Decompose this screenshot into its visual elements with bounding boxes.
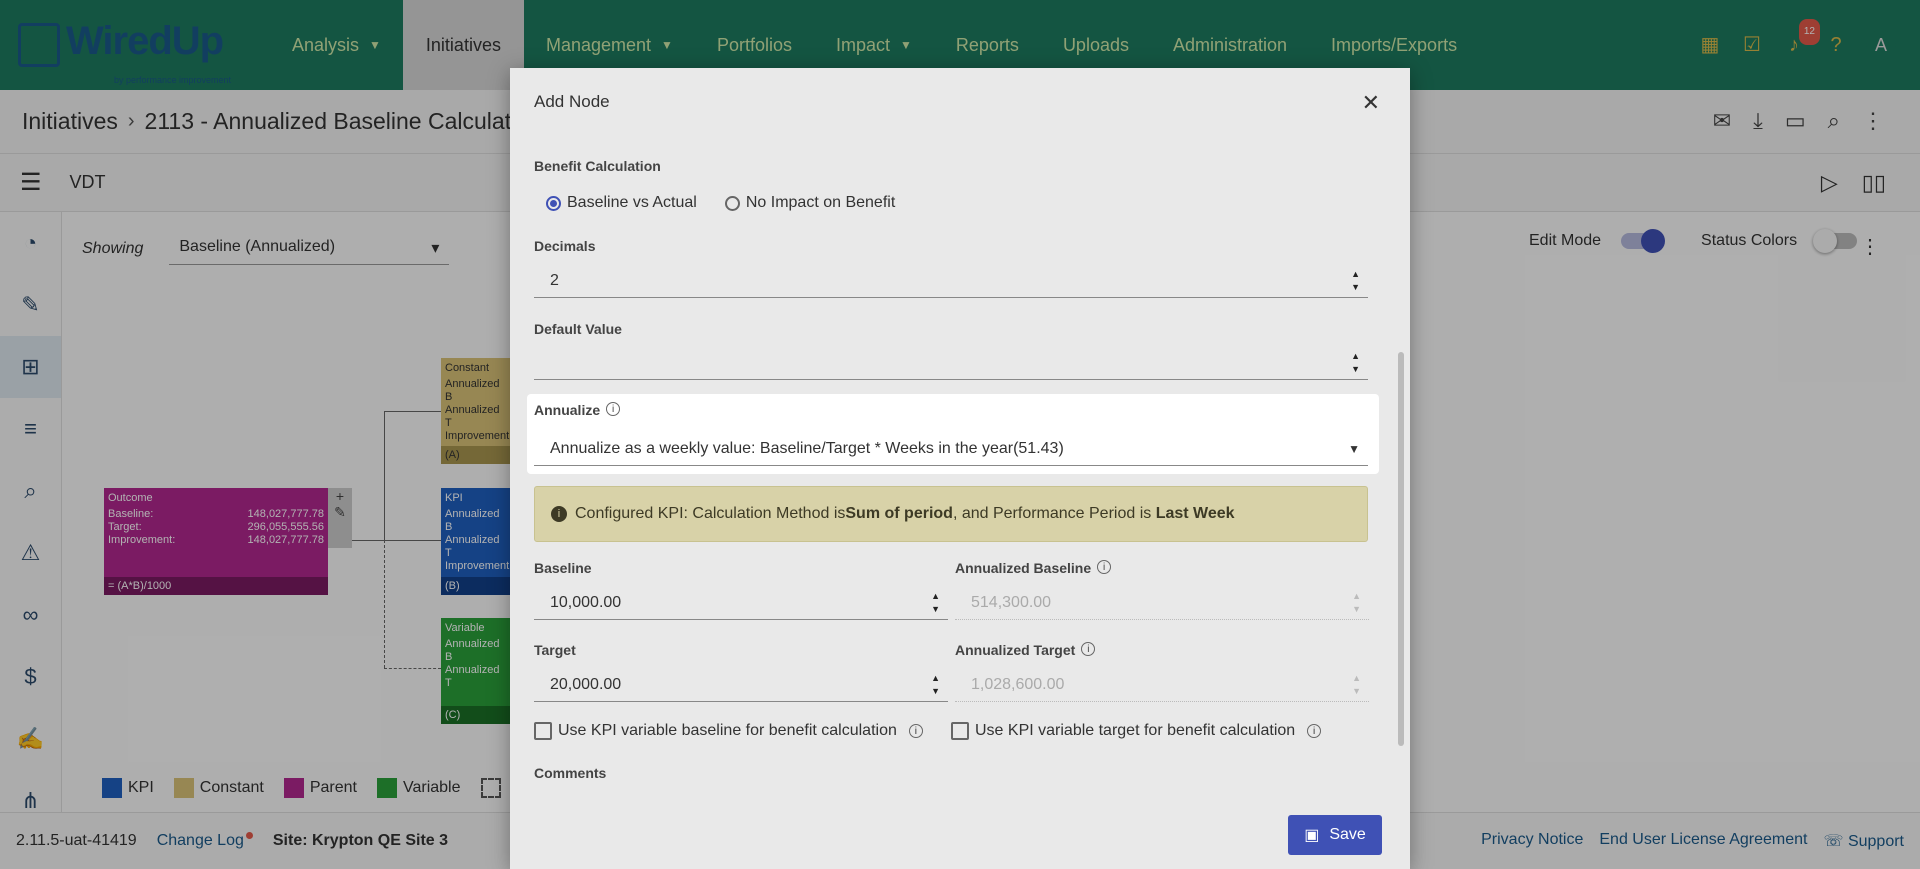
- use-kpi-baseline-checkbox[interactable]: Use KPI variable baseline for benefit ca…: [534, 722, 923, 740]
- baseline-value: 10,000.00: [550, 594, 622, 611]
- save-icon: ▣: [1304, 827, 1320, 844]
- checkbox-label: Use KPI variable target for benefit calc…: [975, 722, 1296, 739]
- annualized-target-label: Annualized Target i: [955, 642, 1096, 658]
- annualized-baseline-label: Annualized Baseline i: [955, 560, 1112, 576]
- radio-baseline-vs-actual[interactable]: Baseline vs Actual: [546, 194, 697, 212]
- spinner-icon: ▲ ▼: [1352, 591, 1361, 614]
- annualize-select[interactable]: Annualize as a weekly value: Baseline/Ta…: [534, 430, 1368, 466]
- info-icon[interactable]: i: [606, 402, 621, 416]
- info-icon[interactable]: i: [1097, 560, 1112, 574]
- radio-label: Baseline vs Actual: [567, 194, 697, 211]
- dialog-scrollbar[interactable]: [1398, 148, 1406, 788]
- close-icon[interactable]: ✕: [1362, 90, 1380, 116]
- decimals-label: Decimals: [534, 238, 596, 254]
- info-icon[interactable]: i: [1081, 642, 1096, 656]
- spinner-icon: ▲ ▼: [1352, 673, 1361, 696]
- default-value-label: Default Value: [534, 321, 622, 337]
- caret-down-icon: ▼: [1348, 442, 1360, 456]
- add-node-dialog: Add Node ✕ Benefit Calculation Baseline …: [510, 68, 1410, 869]
- info-icon: i: [551, 506, 567, 522]
- radio-no-impact[interactable]: No Impact on Benefit: [724, 194, 896, 212]
- comments-label: Comments: [534, 765, 607, 781]
- dialog-title: Add Node: [534, 92, 610, 111]
- radio-label: No Impact on Benefit: [745, 194, 896, 211]
- kpi-config-alert: i Configured KPI: Calculation Method is …: [534, 486, 1368, 542]
- spinner-icon[interactable]: ▲ ▼: [1351, 268, 1360, 294]
- spinner-icon[interactable]: ▲ ▼: [931, 672, 940, 698]
- default-value-input[interactable]: ▲ ▼: [534, 346, 1368, 380]
- spinner-icon[interactable]: ▲ ▼: [931, 590, 940, 616]
- target-value: 20,000.00: [550, 676, 622, 693]
- target-label: Target: [534, 642, 576, 658]
- decimals-value: 2: [550, 272, 559, 289]
- alert-text: Configured KPI: Calculation Method is: [575, 505, 846, 522]
- spinner-icon[interactable]: ▲ ▼: [1351, 350, 1360, 376]
- alert-text: , and Performance Period is: [952, 505, 1156, 522]
- alert-method: Sum of period: [845, 505, 953, 522]
- benefit-calc-label: Benefit Calculation: [534, 158, 661, 174]
- annualized-baseline-input: 514,300.00 ▲ ▼: [955, 586, 1369, 620]
- target-input[interactable]: 20,000.00 ▲ ▼: [534, 668, 948, 702]
- annualized-target-value: 1,028,600.00: [971, 676, 1065, 693]
- annualize-label: Annualize i: [534, 402, 621, 418]
- annualized-baseline-value: 514,300.00: [971, 594, 1052, 611]
- save-label: Save: [1329, 826, 1366, 843]
- baseline-label: Baseline: [534, 560, 592, 576]
- decimals-input[interactable]: 2 ▲ ▼: [534, 264, 1368, 298]
- annualized-target-input: 1,028,600.00 ▲ ▼: [955, 668, 1369, 702]
- save-button[interactable]: ▣ Save: [1288, 815, 1382, 855]
- baseline-input[interactable]: 10,000.00 ▲ ▼: [534, 586, 948, 620]
- annualize-value: Annualize as a weekly value: Baseline/Ta…: [550, 440, 1064, 457]
- checkbox-label: Use KPI variable baseline for benefit ca…: [558, 722, 897, 739]
- use-kpi-target-checkbox[interactable]: Use KPI variable target for benefit calc…: [951, 722, 1322, 740]
- info-icon[interactable]: i: [908, 724, 923, 738]
- alert-period: Last Week: [1155, 505, 1235, 522]
- info-icon[interactable]: i: [1307, 724, 1322, 738]
